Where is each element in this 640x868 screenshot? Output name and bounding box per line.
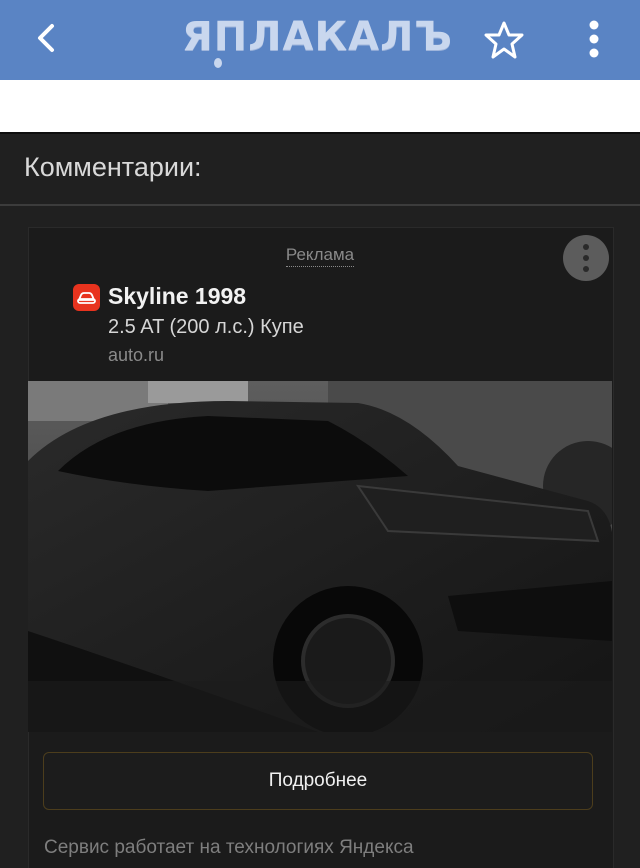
details-button[interactable]: Подробнее <box>43 752 593 810</box>
back-button[interactable] <box>28 18 68 58</box>
ad-subtitle: 2.5 AT (200 л.с.) Купе <box>108 316 304 338</box>
ad-disclaimer: Сервис работает на технологиях Яндекса <box>44 837 414 858</box>
ad-domain[interactable]: auto.ru <box>108 345 164 366</box>
ad-label: Реклама <box>0 245 640 267</box>
car-icon <box>73 284 100 311</box>
logo-drip <box>214 58 222 68</box>
content-strip <box>0 80 640 134</box>
ad-title[interactable]: Skyline 1998 <box>108 283 246 310</box>
comments-title: Комментарии: <box>24 152 202 182</box>
chevron-left-icon <box>38 24 54 52</box>
dot-icon <box>583 244 589 250</box>
ad-image[interactable] <box>28 381 612 732</box>
more-vertical-icon <box>589 20 599 58</box>
dot-icon <box>583 266 589 272</box>
dot-icon <box>583 255 589 261</box>
more-menu-button[interactable] <box>578 18 610 60</box>
ad-options-button[interactable] <box>563 235 609 281</box>
app-bar: ЯПЛАКАЛЪ <box>0 0 640 80</box>
favorite-button[interactable] <box>484 20 524 60</box>
star-outline-icon <box>484 21 524 59</box>
site-logo[interactable]: ЯПЛАКАЛЪ <box>182 14 453 68</box>
logo-text: ЯПЛАКАЛЪ <box>182 14 453 60</box>
section-divider <box>0 204 640 206</box>
